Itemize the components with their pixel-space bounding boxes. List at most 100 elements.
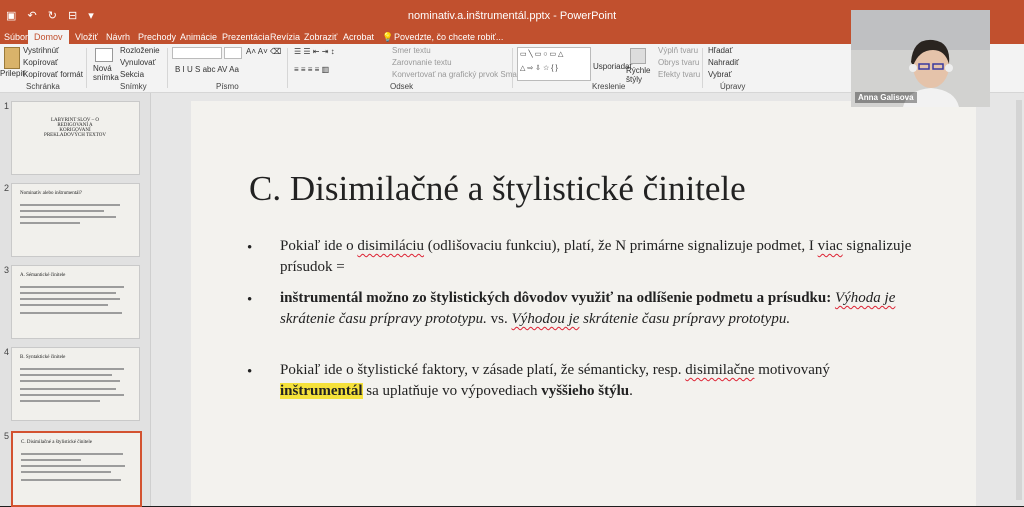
format-painter-button[interactable]: Kopírovať formát [23,70,83,79]
bullet-marker: • [247,240,253,256]
group-label-paragraph: Odsek [390,82,414,91]
align-buttons[interactable]: ≡ ≡ ≡ ≡ ▥ [294,65,329,74]
shape-outline-button[interactable]: Obrys tvaru [658,58,699,67]
font-style-buttons[interactable]: B I U S abc AV Aa [175,65,239,74]
divider [167,48,168,88]
replace-button[interactable]: Nahradiť [708,58,739,67]
text-line [21,465,125,467]
text-line [20,204,120,206]
divider [512,48,513,88]
text-line [20,210,104,212]
slide-thumbnail-title: C. Disimilačné a štylistické činitele [21,440,92,445]
group-label-slides: Snímky [120,82,147,91]
text-line [20,374,112,376]
tab-animations[interactable]: Animácie [180,30,217,44]
group-label-font: Písmo [216,82,239,91]
cut-button[interactable]: Vystrihnúť [23,46,59,55]
font-name-box[interactable] [172,47,222,59]
bullet-marker: • [247,364,253,380]
bullet-marker: • [247,292,253,308]
slide-number: 5 [4,431,10,441]
new-slide-button[interactable]: Nová snímka [93,64,119,82]
slide-thumbnail-2[interactable]: Nominatív alebo inštrumentál? [11,183,140,257]
slide-title[interactable]: C. Disimilačné a štylistické činitele [249,169,746,209]
divider [86,48,87,88]
highlighted-term: inštrumentál [280,383,363,399]
tab-file[interactable]: Súbor [4,30,28,44]
shapes-gallery-icons: ▭ ╲ ▭ ○ ▭ △ [520,51,564,58]
text-line [20,286,124,288]
find-button[interactable]: Hľadať [708,46,732,55]
lightbulb-icon: 💡 [382,32,394,42]
tab-slideshow[interactable]: Prezentácia [222,30,270,44]
list-buttons[interactable]: ☰ ☰ ⇤ ⇥ ↕ [294,47,335,56]
text-line [21,459,81,461]
text-run: motivovaný [754,362,830,378]
quick-styles-icon [630,48,646,64]
group-label-drawing: Kreslenie [592,82,626,91]
text-run-bold: vyššieho štýlu [541,383,630,399]
shape-effects-button[interactable]: Efekty tvaru [658,70,700,79]
text-run-italic: skrátenie času prípravy prototypu. [579,311,791,327]
text-line [21,453,123,455]
slide-canvas[interactable]: C. Disimilačné a štylistické činitele • … [191,101,976,506]
text-line [20,304,108,306]
shapes-gallery-icons-2: △ ⇨ ⇩ ☆ { } [520,65,558,72]
divider [702,48,703,88]
text-run-italic-underlined: Výhoda je [834,290,896,306]
text-run: (odlišovaciu funkciu), platí, že N primá… [424,238,818,254]
participant-name: Anna Galisova [855,92,917,103]
text-line [20,368,124,370]
align-text-button[interactable]: Zarovnanie textu [392,58,452,67]
tab-review[interactable]: Revízia [270,30,300,44]
slide-thumbnail-4[interactable]: B. Syntaktické činitele [11,347,140,421]
paste-button[interactable]: Prilepiť [0,69,25,78]
tab-acrobat[interactable]: Acrobat [343,30,374,44]
text-run-italic: skrátenie času prípravy prototypu. [280,311,487,327]
text-line [20,394,124,396]
tell-me-search[interactable]: Povedzte, čo chcete robiť... [394,30,503,44]
font-size-box[interactable] [224,47,242,59]
convert-smartart-button[interactable]: Konvertovať na grafický prvok SmartArt [392,70,532,79]
quick-styles-button[interactable]: Rýchle štýly [626,66,650,84]
slide-thumbnail-title: LABYRINT SLOV – O REDIGOVANÍ A KORIGOVAN… [44,118,106,138]
text-run: sa uplatňuje vo výpovediach [362,383,542,399]
spellcheck-word: disimiláciu [357,238,425,254]
spellcheck-word: viac [817,238,843,254]
slide-thumbnail-3[interactable]: A. Sémantické činitele [11,265,140,339]
copy-button[interactable]: Kopírovať [23,58,58,67]
text-run-bold: inštrumentál možno zo štylistických dôvo… [280,290,832,306]
text-line [20,298,120,300]
text-line [21,471,111,473]
divider [287,48,288,88]
tab-insert[interactable]: Vložiť [75,30,98,44]
text-direction-button[interactable]: Smer textu [392,46,431,55]
shape-fill-button[interactable]: Výplň tvaru [658,46,698,55]
section-button[interactable]: Sekcia [120,70,144,79]
bullet-item-2[interactable]: inštrumentál možno zo štylistických dôvo… [280,288,915,330]
tab-view[interactable]: Zobraziť [304,30,337,44]
slide-number: 2 [4,183,10,193]
slide-thumbnail-title: A. Sémantické činitele [20,273,66,278]
text-run: Pokiaľ ide o [280,238,358,254]
clipboard-icon [4,47,20,69]
bullet-item-1[interactable]: Pokiaľ ide o disimiláciu (odlišovaciu fu… [280,236,915,278]
group-label-clipboard: Schránka [26,82,60,91]
spellcheck-word: disimilačne [685,362,755,378]
select-button[interactable]: Vybrať [708,70,732,79]
slide-thumbnail-5-selected[interactable]: C. Disimilačné a štylistické činitele [11,431,142,507]
font-size-change-icons[interactable]: A˄ A˅ ⌫ [246,47,281,56]
tab-transitions[interactable]: Prechody [138,30,176,44]
text-line [21,479,121,481]
reset-button[interactable]: Vynulovať [120,58,156,67]
slide-number: 4 [4,347,10,357]
slide-number: 3 [4,265,10,275]
text-run-italic-underlined: Výhodou je [511,311,580,327]
group-label-editing: Úpravy [720,82,746,91]
slide-thumbnail-1[interactable]: LABYRINT SLOV – O REDIGOVANÍ A KORIGOVAN… [11,101,140,175]
tab-home[interactable]: Domov [28,30,69,44]
bullet-item-3[interactable]: Pokiaľ ide o štylistické faktory, v zása… [280,360,915,402]
vertical-scrollbar[interactable] [1016,100,1022,500]
tab-design[interactable]: Návrh [106,30,130,44]
layout-button[interactable]: Rozloženie [120,46,160,55]
